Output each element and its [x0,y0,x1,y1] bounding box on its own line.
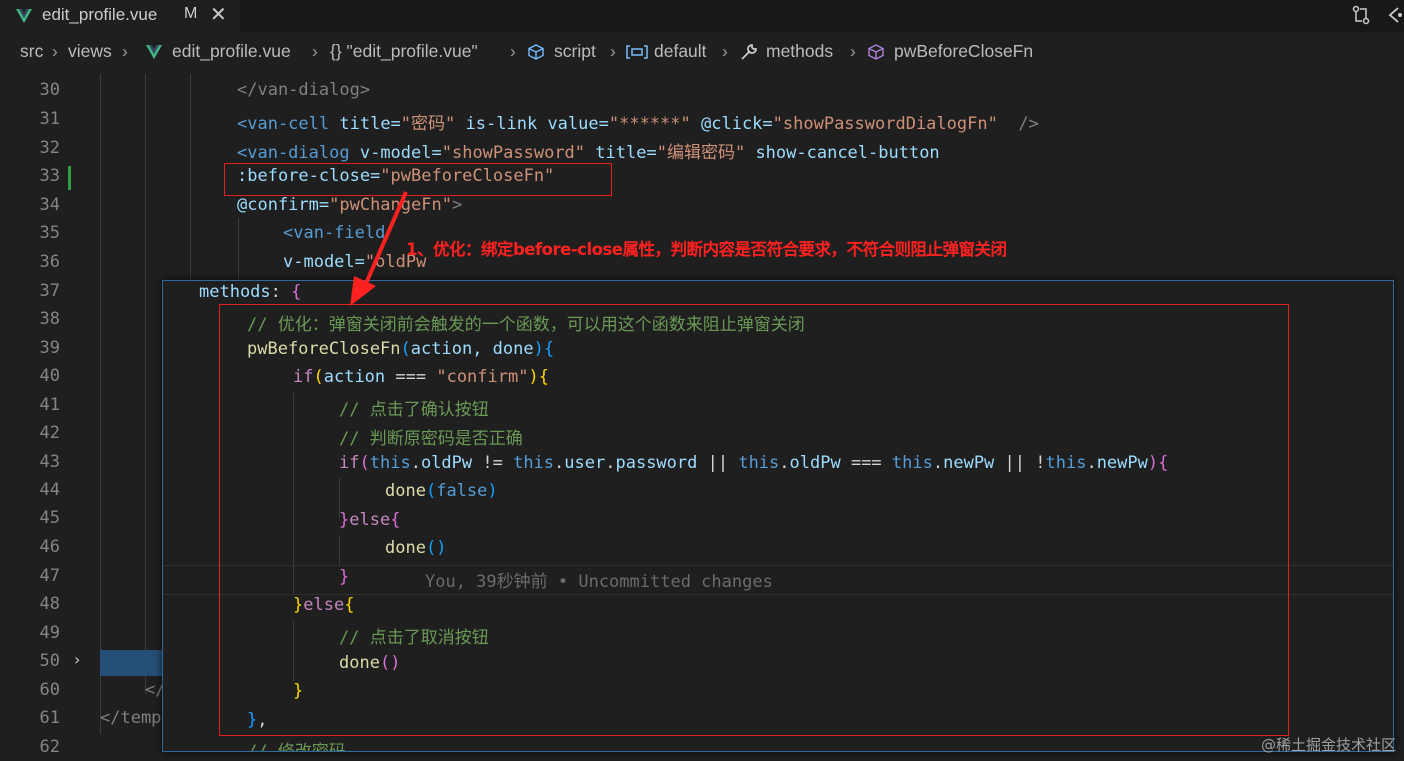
code-token: @confirm= [237,195,330,215]
code-token: title= [339,114,401,134]
vue-icon [16,9,32,23]
current-line-highlight [100,650,162,676]
breadcrumb: src › views › edit_profile.vue › {} "edi… [0,32,1404,72]
breadcrumb-views[interactable]: views [68,41,112,62]
line-number: 38 [39,309,60,329]
code-token: title= [595,143,657,163]
tab-edit-profile[interactable]: edit_profile.vue M ✕ [0,0,240,32]
vue-icon [146,45,162,59]
code-token: /> [1018,114,1039,134]
code-token: </van-dialog> [237,80,371,100]
annotation-text: 1、优化：绑定before-close属性，判断内容是否符合要求，不符合则阻止弹… [406,240,1007,259]
code-token: value= [547,114,609,134]
code-token: > [451,195,463,215]
code-token: show-cancel-button [755,143,940,163]
line-number: 50 [39,651,60,671]
line-number: 60 [39,680,60,700]
code-token: is-link [465,114,538,134]
line-number: 36 [39,252,60,272]
chevron-right-icon: › [610,41,616,61]
code-line-32[interactable]: <van-dialog v-model="showPassword" title… [237,138,940,163]
code-token: "******" [608,114,691,134]
breadcrumb-file-block[interactable]: {} "edit_profile.vue" [330,41,478,62]
chevron-right-icon[interactable]: › [74,650,80,669]
code-line-30[interactable]: </van-dialog> [237,80,370,100]
method-icon [868,44,884,60]
breadcrumb-methods[interactable]: methods [766,41,833,62]
chevron-right-icon: › [52,41,58,61]
chevron-right-icon: › [722,41,728,61]
tab-modified-badge: M [184,5,198,22]
tab-title: edit_profile.vue [42,5,158,24]
line-number: 37 [39,281,60,301]
line-number: 32 [39,138,60,158]
line-number: 48 [39,594,60,614]
line-number: 43 [39,452,60,472]
close-icon[interactable]: ✕ [210,2,227,26]
symbol-variable-icon [626,45,648,59]
code-line-61[interactable]: </temp [100,708,161,728]
breadcrumb-pwbeforeclosefn[interactable]: pwBeforeCloseFn [894,41,1033,62]
line-number: 49 [39,623,60,643]
code-token: : [270,282,292,302]
code-token: "showPassword" [441,143,586,163]
editor-tab-bar: edit_profile.vue M ✕ [0,0,1404,32]
line-number: 30 [39,80,60,100]
chevron-right-icon: › [122,41,128,61]
line-number: 31 [39,109,60,129]
breadcrumb-script[interactable]: script [554,41,596,62]
line-number: 61 [39,708,60,728]
line-number: 47 [39,566,60,586]
line-number: 40 [39,366,60,386]
code-token: "密码" [400,114,456,134]
indent-guide [145,74,146,694]
line-number: 35 [39,223,60,243]
code-token: "编辑密码" [656,143,746,163]
code-token: <van-cell [237,114,330,134]
code-token: "showPasswordDialogFn" [772,114,998,134]
wrench-icon [741,44,757,60]
indent-guide [190,74,191,284]
code-token: </temp [100,708,162,728]
chevron-right-icon: › [510,41,516,61]
overlay-line-53: // 修改密码 [247,742,346,752]
highlight-box-method [219,304,1289,736]
chevron-right-icon: › [850,41,856,61]
git-modified-marker [68,166,71,190]
line-number: 41 [39,395,60,415]
line-number: 33 [39,166,60,186]
git-compare-icon[interactable] [1350,4,1372,26]
cube-icon [528,44,544,60]
line-number: 42 [39,423,60,443]
line-number: 46 [39,537,60,557]
code-token: @click= [701,114,773,134]
indent-guide [100,74,101,734]
line-number: 62 [39,737,60,757]
go-back-icon[interactable] [1384,4,1404,26]
line-number: 44 [39,480,60,500]
code-line-31[interactable]: <van-cell title="密码" is-link value="****… [237,109,1039,134]
code-token: v-model= [359,143,442,163]
code-token: <van-dialog [237,143,350,163]
code-token: methods [199,282,271,302]
overlay-line-methods: methods: { [199,282,301,302]
breadcrumb-default[interactable]: default [654,41,707,62]
line-number: 45 [39,508,60,528]
chevron-right-icon: › [312,41,318,61]
code-token: { [291,282,302,302]
breadcrumb-file[interactable]: edit_profile.vue [172,41,291,62]
breadcrumb-src[interactable]: src [20,41,43,62]
line-number: 39 [39,338,60,358]
line-number: 34 [39,195,60,215]
indent-guide [238,218,239,280]
watermark: @稀土掘金技术社区 [1260,736,1396,754]
